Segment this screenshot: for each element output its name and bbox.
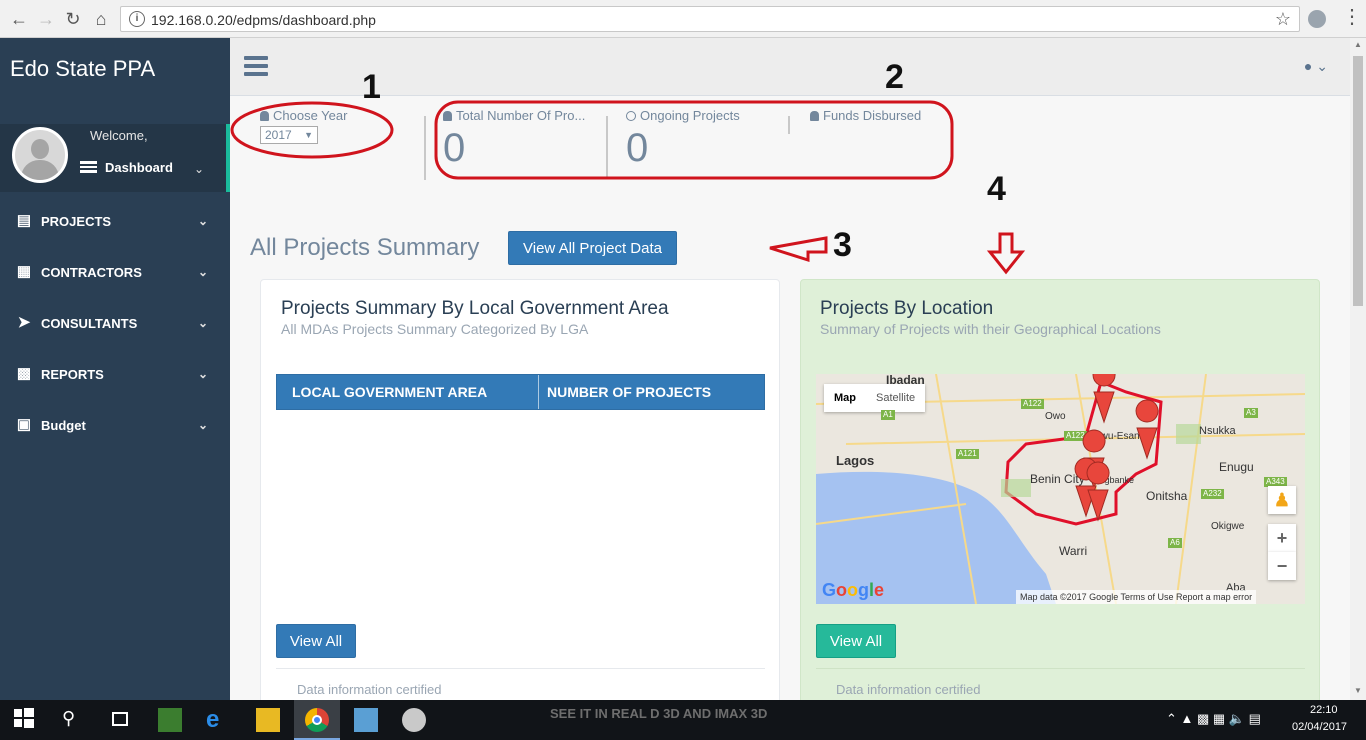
paper-plane-icon: ➤ (17, 314, 31, 331)
lga-table-header: LOCAL GOVERNMENT AREA NUMBER OF PROJECTS (276, 374, 765, 410)
extension-icon[interactable] (1308, 10, 1326, 28)
location-view-all-button[interactable]: View All (816, 624, 896, 658)
main-content: ● ⌄ Choose Year 2017 ▼ Total Number Of P… (230, 38, 1350, 700)
panel-subtitle: All MDAs Projects Summary Categorized By… (281, 321, 589, 337)
lga-view-all-button[interactable]: View All (276, 624, 356, 658)
taskbar-banner: SEE IT IN REAL D 3D AND IMAX 3D (550, 706, 768, 721)
address-bar[interactable]: i 192.168.0.20/edpms/dashboard.php ☆ (120, 6, 1300, 32)
panel-footer: Data information certified (297, 682, 442, 697)
panel-title: Projects Summary By Local Government Are… (281, 298, 669, 319)
avatar (12, 127, 68, 183)
windows-start-icon[interactable] (14, 708, 38, 732)
page-scrollbar[interactable]: ▲ ▼ (1350, 38, 1366, 700)
annotation-number: 4 (987, 170, 1006, 208)
section-title: All Projects Summary (250, 234, 480, 261)
task-view-icon[interactable] (108, 708, 132, 732)
url-text[interactable]: 192.168.0.20/edpms/dashboard.php (151, 12, 376, 28)
search-icon[interactable]: ⚲ (62, 708, 86, 732)
chevron-down-icon: ⌄ (197, 265, 208, 279)
map-marker (1135, 399, 1159, 460)
brand-title[interactable]: Edo State PPA (10, 56, 155, 82)
welcome-text: Welcome, (90, 128, 148, 143)
annotation-arrow-left (769, 236, 828, 263)
app-icon[interactable] (402, 708, 426, 732)
sidebar-item-label: Dashboard (105, 160, 173, 175)
view-all-project-data-button[interactable]: View All Project Data (508, 231, 677, 265)
building-icon: ▦ (16, 263, 32, 280)
sidebar-item-label: Budget (41, 418, 86, 433)
dashboard-icon (80, 161, 97, 173)
back-icon[interactable]: ← (8, 8, 30, 30)
chevron-down-icon: ⌄ (197, 367, 208, 381)
file-explorer-icon[interactable] (256, 708, 280, 732)
zoom-out-button[interactable]: − (1268, 552, 1296, 580)
sidebar-item-label: REPORTS (41, 367, 104, 382)
edge-browser-icon[interactable]: e (206, 708, 230, 732)
map-markers (1074, 374, 1159, 522)
table-icon: ▤ (16, 212, 32, 229)
taskbar: ⚲ e SEE IT IN REAL D 3D AND IMAX 3D ⌃ ▲ … (0, 700, 1366, 740)
app-icon[interactable] (354, 708, 378, 732)
zoom-in-button[interactable]: + (1268, 524, 1296, 552)
google-logo: Google (822, 580, 885, 600)
sidebar-item-consultants[interactable]: ➤ CONSULTANTS ⌄ (0, 303, 230, 343)
bar-chart-icon: ▩ (16, 365, 32, 382)
chevron-down-icon: ⌄ (197, 418, 208, 432)
clock-date[interactable]: 02/04/2017 (1292, 721, 1347, 733)
divider (816, 668, 1305, 669)
chevron-down-icon: ⌄ (197, 316, 208, 330)
chrome-taskbar-button[interactable] (294, 700, 340, 740)
sidebar-item-dashboard[interactable]: Dashboard (80, 160, 173, 175)
sidebar-item-contractors[interactable]: ▦ CONTRACTORS ⌄ (0, 252, 230, 292)
map-marker (1086, 461, 1110, 522)
sidebar-item-label: PROJECTS (41, 214, 112, 229)
chevron-down-icon: ⌄ (197, 214, 208, 228)
browser-menu-icon[interactable]: ⋮ (1342, 6, 1362, 28)
location-map[interactable]: Map Satellite Ibadan Owo Ewu-Esan Nsukka … (816, 374, 1305, 604)
annotation-ellipse (230, 101, 394, 159)
annotation-number: 2 (885, 58, 904, 96)
profile-block: Welcome, Dashboard ⌄ (0, 124, 230, 192)
annotation-box (434, 100, 954, 180)
browser-toolbar: ← → ↻ ⌂ i 192.168.0.20/edpms/dashboard.p… (0, 0, 1366, 38)
panel-footer: Data information certified (836, 682, 981, 697)
notepad-app-icon[interactable] (158, 708, 182, 732)
money-icon: ▣ (16, 416, 32, 433)
annotation-number: 1 (362, 68, 381, 106)
scrollbar-thumb[interactable] (1353, 56, 1363, 306)
map-marker (1092, 374, 1116, 424)
annotation-number: 3 (833, 226, 852, 264)
sidebar-item-projects[interactable]: ▤ PROJECTS ⌄ (0, 201, 230, 241)
info-icon[interactable]: i (129, 11, 145, 27)
bookmark-star-icon[interactable]: ☆ (1275, 9, 1291, 30)
lga-summary-panel: Projects Summary By Local Government Are… (260, 279, 780, 700)
column-header-count[interactable]: NUMBER OF PROJECTS (547, 375, 711, 409)
sidebar: Edo State PPA Welcome, Dashboard ⌄ ▤ PRO… (0, 38, 230, 700)
tray-icons[interactable]: ⌃ ▲ ▩ ▦ 🔈 ▤ (1166, 711, 1261, 727)
reload-icon[interactable]: ↻ (62, 8, 84, 30)
location-panel: Projects By Location Summary of Projects… (800, 279, 1320, 700)
sidebar-item-label: CONSULTANTS (41, 316, 138, 331)
panel-title: Projects By Location (820, 298, 994, 319)
annotation-arrow-down (986, 232, 1026, 275)
column-header-lga[interactable]: LOCAL GOVERNMENT AREA (292, 375, 487, 409)
sidebar-item-reports[interactable]: ▩ REPORTS ⌄ (0, 354, 230, 394)
home-icon[interactable]: ⌂ (90, 8, 112, 30)
divider (276, 668, 765, 669)
sidebar-item-label: CONTRACTORS (41, 265, 142, 280)
street-view-icon[interactable]: ♟ (1268, 486, 1296, 514)
clock-time[interactable]: 22:10 (1310, 704, 1338, 716)
sidebar-item-budget[interactable]: ▣ Budget ⌄ (0, 405, 230, 445)
chevron-down-icon[interactable]: ⌄ (194, 162, 204, 176)
panel-subtitle: Summary of Projects with their Geographi… (820, 321, 1161, 337)
map-attribution[interactable]: Map data ©2017 Google Terms of Use Repor… (1016, 590, 1257, 604)
forward-icon[interactable]: → (35, 8, 57, 30)
